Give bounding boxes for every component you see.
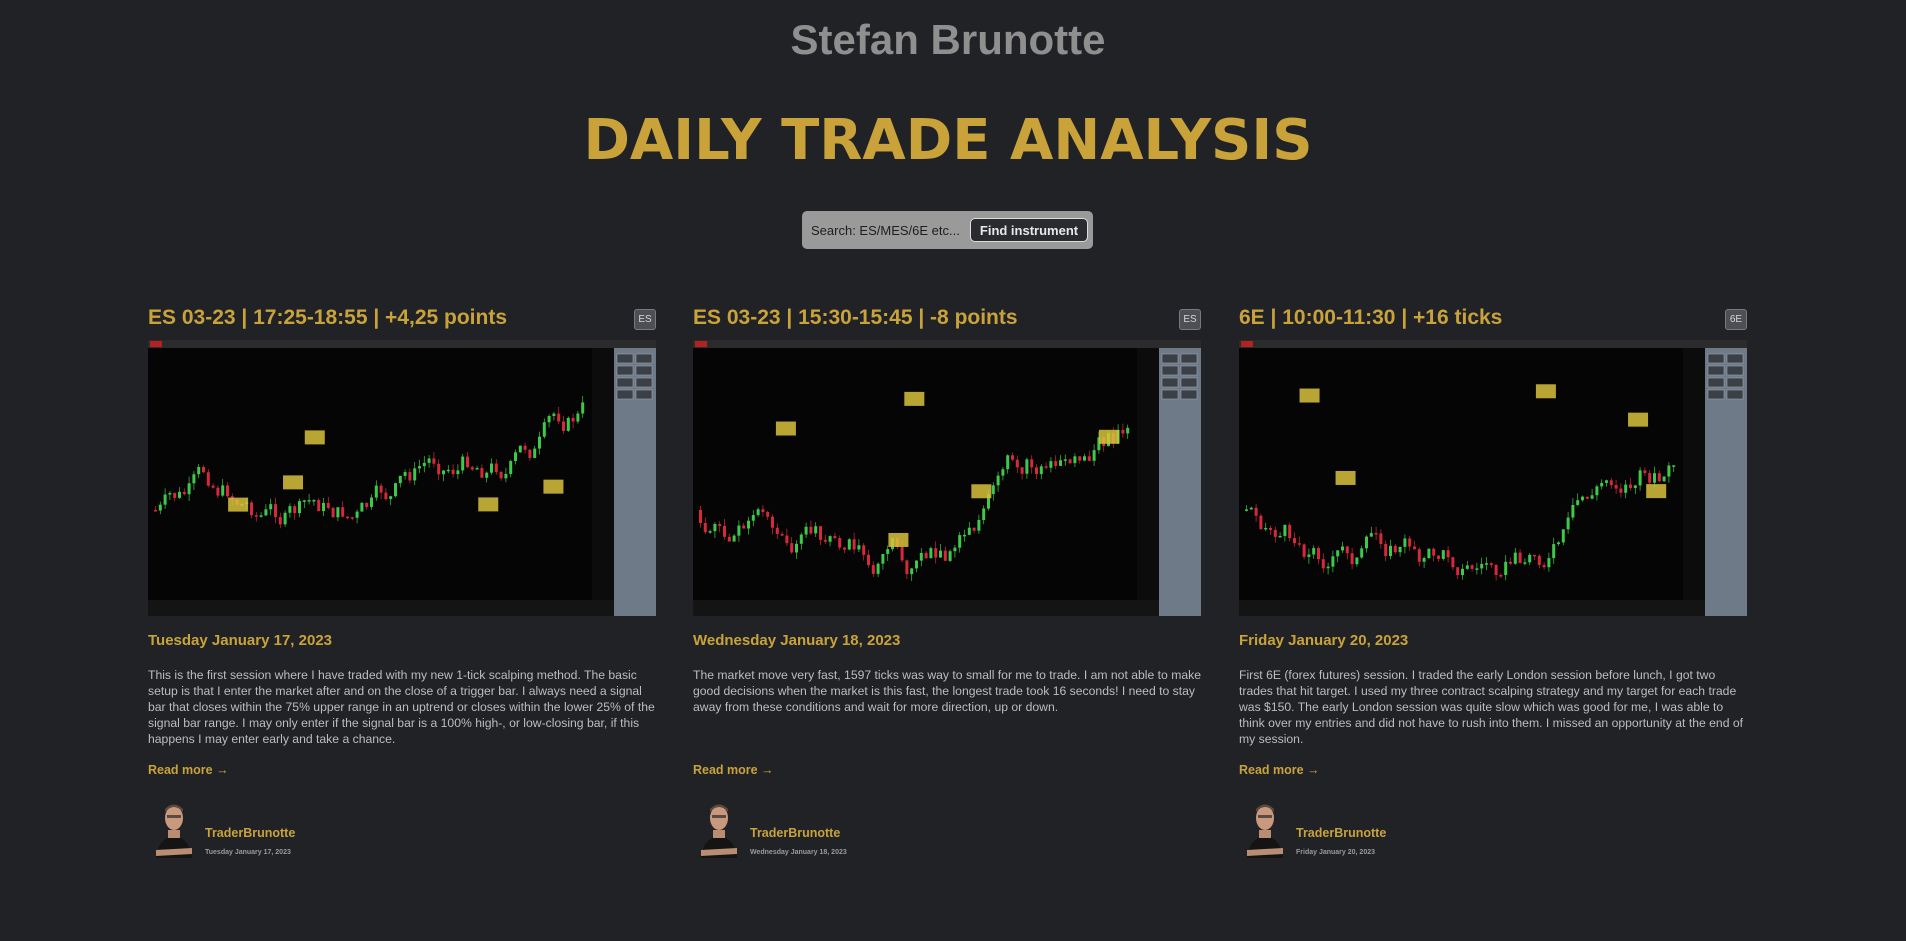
chart-thumbnail[interactable] [1239, 340, 1747, 616]
search-input[interactable] [807, 216, 975, 244]
post-date: Tuesday January 17, 2023 [205, 849, 291, 856]
post-date: Friday January 20, 2023 [1296, 849, 1375, 856]
read-more-link[interactable]: Read more → [1239, 763, 1320, 777]
author-name[interactable]: TraderBrunotte [205, 826, 295, 840]
post-title[interactable]: 6E | 10:00-11:30 | +16 ticks [1239, 306, 1502, 330]
page-heading: DAILY TRADE ANALYSIS [583, 108, 1313, 173]
post-date-heading: Friday January 20, 2023 [1239, 632, 1409, 649]
post-title[interactable]: ES 03-23 | 17:25-18:55 | +4,25 points [148, 306, 507, 330]
author-avatar[interactable] [697, 798, 741, 858]
read-more-link[interactable]: Read more → [148, 763, 229, 777]
chart-thumbnail[interactable] [148, 340, 656, 616]
author-name[interactable]: TraderBrunotte [1296, 826, 1386, 840]
author-avatar[interactable] [1243, 798, 1287, 858]
chart-thumbnail[interactable] [693, 340, 1201, 616]
instrument-badge: 6E [1725, 309, 1747, 330]
instrument-badge: ES [1179, 309, 1201, 330]
post-date: Wednesday January 18, 2023 [750, 849, 847, 856]
post-date-heading: Wednesday January 18, 2023 [693, 632, 901, 649]
post-excerpt: First 6E (forex futures) session. I trad… [1239, 668, 1744, 746]
author-avatar[interactable] [152, 798, 196, 858]
instrument-search: Find instrument [802, 211, 1093, 249]
post-excerpt: The market move very fast, 1597 ticks wa… [693, 668, 1202, 714]
instrument-badge: ES [634, 309, 656, 330]
find-instrument-button[interactable]: Find instrument [970, 218, 1088, 242]
post-date-heading: Tuesday January 17, 2023 [148, 632, 332, 649]
read-more-link[interactable]: Read more → [693, 763, 774, 777]
post-title[interactable]: ES 03-23 | 15:30-15:45 | -8 points [693, 306, 1018, 330]
author-name[interactable]: TraderBrunotte [750, 826, 840, 840]
post-excerpt: This is the first session where I have t… [148, 668, 655, 746]
site-title: Stefan Brunotte [790, 16, 1106, 63]
